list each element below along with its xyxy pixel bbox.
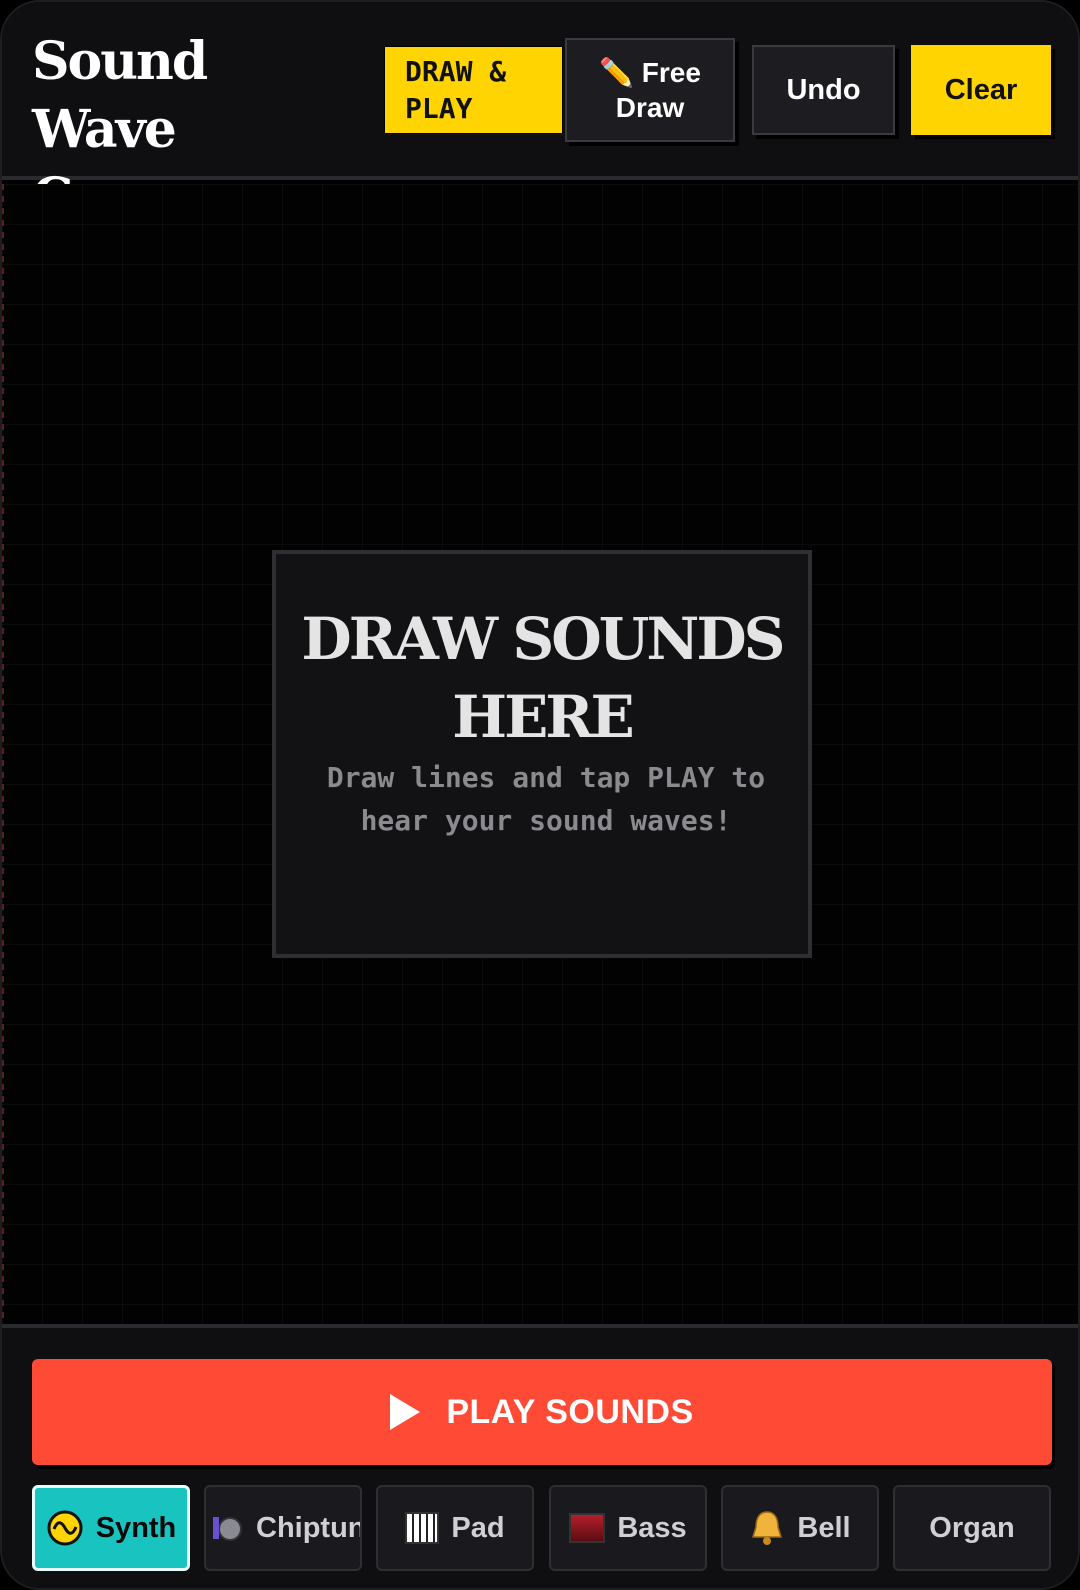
- app-frame: Sound Wave Canvas DRAW & PLAY ✏️ Free Dr…: [0, 0, 1080, 1590]
- hint-title: DRAW SOUNDS HERE: [301, 605, 785, 751]
- bell-icon: [749, 1509, 785, 1547]
- header: Sound Wave Canvas DRAW & PLAY ✏️ Free Dr…: [2, 2, 1078, 228]
- instrument-label: Bell: [797, 1511, 851, 1544]
- play-sounds-label: PLAY SOUNDS: [446, 1392, 694, 1431]
- canvas-hint-card: DRAW SOUNDS HERE Draw lines and tap PLAY…: [272, 550, 812, 958]
- play-icon: [390, 1394, 421, 1430]
- bottom-panel: PLAY SOUNDS Synth Chiptune Pad: [2, 1324, 1078, 1588]
- instrument-synth[interactable]: Synth: [32, 1485, 190, 1571]
- instrument-label: Organ: [929, 1511, 1015, 1544]
- bass-icon: [569, 1513, 606, 1543]
- instrument-label: Pad: [451, 1511, 505, 1544]
- undo-button[interactable]: Undo: [752, 45, 895, 135]
- instrument-pad[interactable]: Pad: [376, 1485, 534, 1571]
- instrument-label: Bass: [617, 1511, 687, 1544]
- instrument-label: Chiptune: [256, 1511, 360, 1544]
- drawing-canvas[interactable]: DRAW SOUNDS HERE Draw lines and tap PLAY…: [2, 184, 1078, 1324]
- free-draw-button[interactable]: ✏️ Free Draw: [565, 38, 735, 142]
- instrument-organ[interactable]: Organ: [893, 1485, 1051, 1571]
- play-sounds-button[interactable]: PLAY SOUNDS: [32, 1359, 1052, 1465]
- instrument-chiptune[interactable]: Chiptune: [204, 1485, 362, 1571]
- instrument-bell[interactable]: Bell: [721, 1485, 879, 1571]
- synth-icon: [46, 1509, 84, 1547]
- instrument-bass[interactable]: Bass: [549, 1485, 707, 1571]
- chiptune-icon: [210, 1511, 244, 1545]
- canvas-edge-marker: [2, 184, 4, 1324]
- clear-button[interactable]: Clear: [911, 45, 1051, 135]
- keyboard-icon: [405, 1512, 440, 1544]
- draw-and-play-button[interactable]: DRAW & PLAY: [385, 47, 562, 133]
- pencil-icon: ✏️: [599, 57, 634, 88]
- hint-subtitle: Draw lines and tap PLAY to hear your sou…: [326, 761, 766, 837]
- instrument-label: Synth: [95, 1511, 177, 1544]
